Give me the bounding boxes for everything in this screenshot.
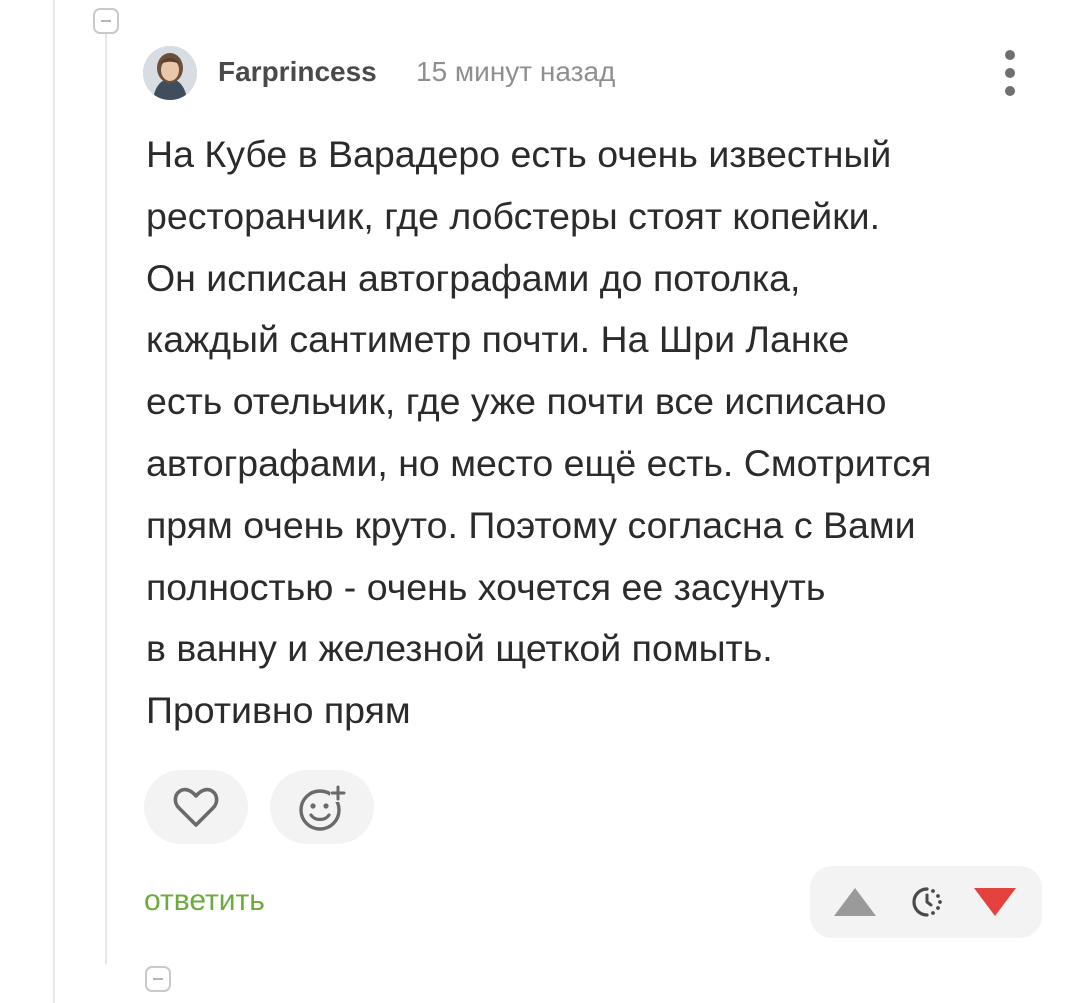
add-reaction-button[interactable] [270,770,374,844]
collapse-reply-button[interactable] [145,966,171,992]
heart-icon [173,787,219,827]
comment-timestamp: 15 минут назад [416,56,616,87]
thread-line-outer [53,0,55,1003]
clock-loading-icon [912,887,942,917]
add-emoji-icon [299,785,346,831]
triangle-up-icon [834,888,876,916]
more-dot-icon [1005,86,1015,96]
more-options-button[interactable] [996,50,1024,96]
downvote-button[interactable] [966,866,1026,938]
avatar[interactable] [143,46,197,100]
more-dot-icon [1005,68,1015,78]
comment-body: На Кубе в Варадеро есть очень известный … [146,133,932,732]
collapse-thread-button[interactable] [93,8,119,34]
reply-link[interactable]: ответить [144,884,265,918]
rating-box [810,866,1042,938]
more-dot-icon [1005,50,1015,60]
like-reaction-button[interactable] [144,770,248,844]
triangle-down-icon [974,888,1016,916]
rating-score-button[interactable] [898,866,954,938]
thread-line-inner [105,34,107,964]
comment-author[interactable]: Farprincess [218,56,377,88]
upvote-button[interactable] [828,866,884,938]
